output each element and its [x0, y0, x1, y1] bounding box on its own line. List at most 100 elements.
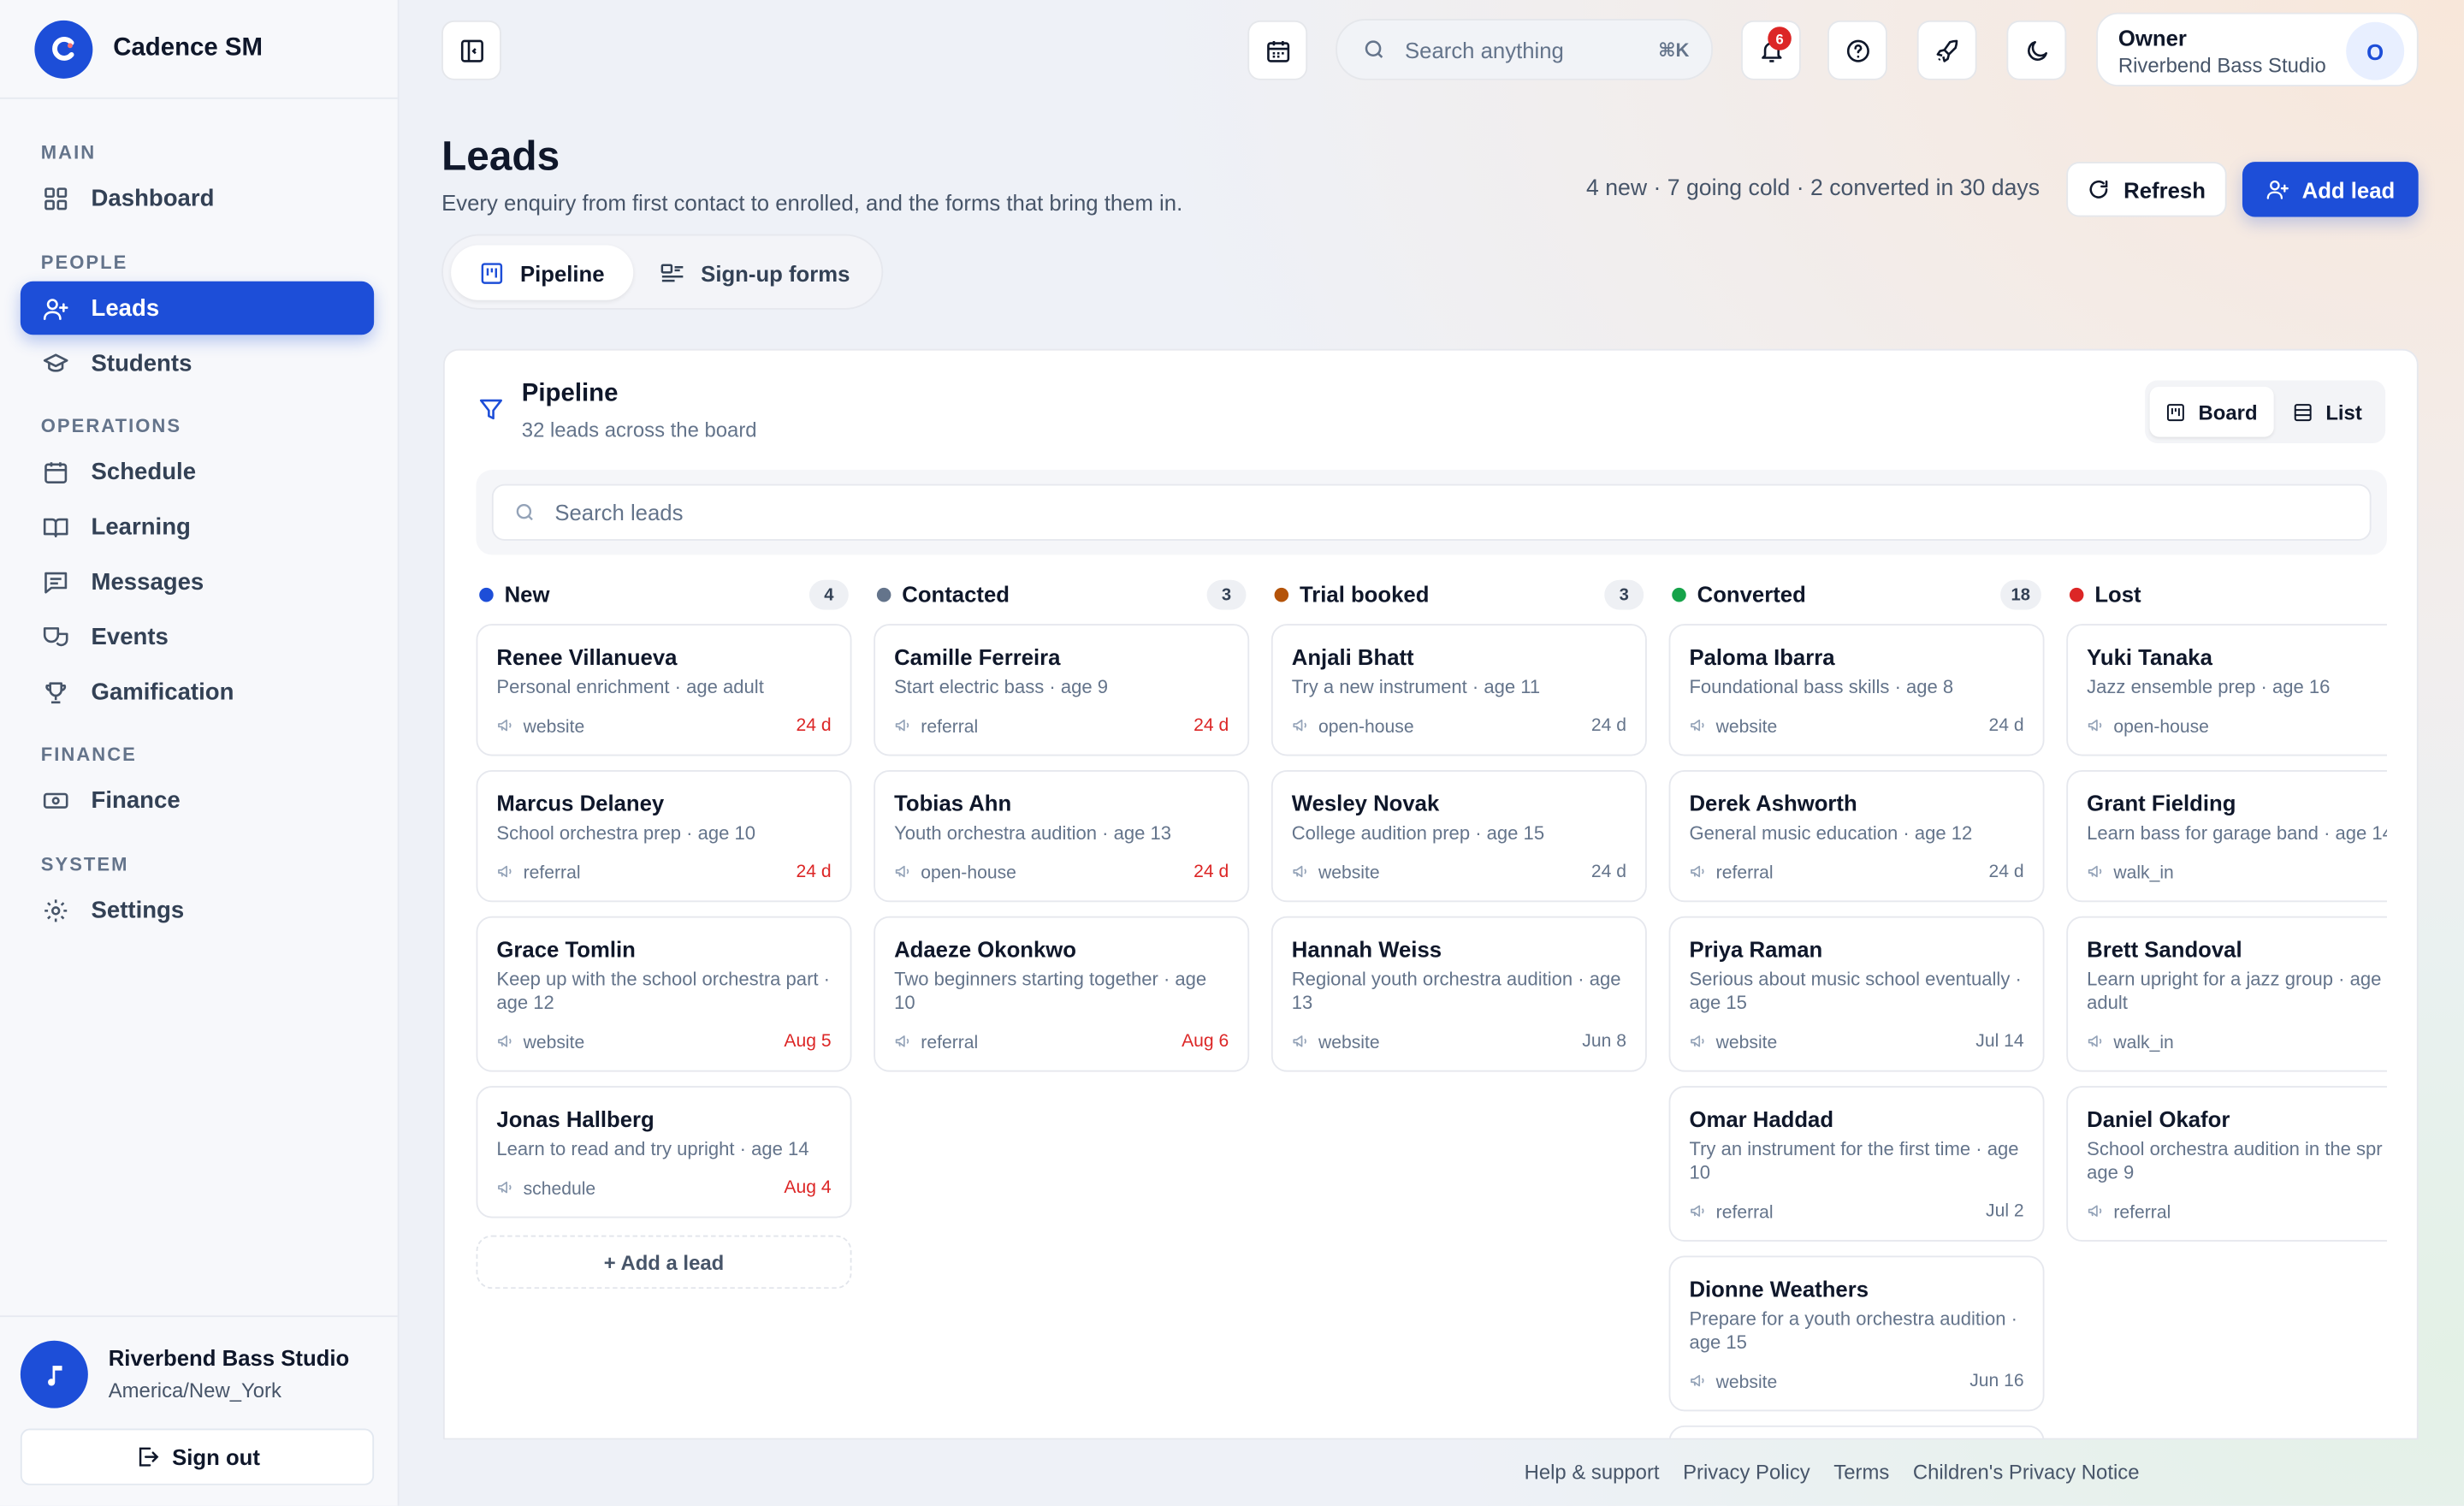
- lead-description: Learn bass for garage band · age 14: [2087, 821, 2387, 845]
- lead-source: referral: [921, 1034, 979, 1053]
- lead-card[interactable]: Priya Raman Serious about music school ev…: [1668, 916, 2045, 1072]
- lead-source: referral: [523, 864, 581, 884]
- lead-card[interactable]: [1668, 1425, 2045, 1438]
- lead-description: Foundational bass skills · age 8: [1689, 675, 1954, 698]
- footer-link-privacy[interactable]: Privacy Policy: [1683, 1460, 1810, 1484]
- column-header: New 4: [477, 578, 852, 610]
- lead-age: Jul 2: [1986, 1202, 2024, 1222]
- dark-mode-toggle[interactable]: [2006, 20, 2067, 80]
- lead-source: website: [1715, 1373, 1778, 1393]
- lead-card[interactable]: Marcus Delaney School orchestra prep · ag…: [476, 769, 852, 903]
- page-tabs: Pipeline Sign-up forms: [441, 234, 884, 310]
- lead-card[interactable]: Yuki Tanaka Jazz ensemble prep · age 16 op…: [2066, 624, 2387, 756]
- sidebar-item-label: Students: [91, 349, 192, 376]
- lead-card[interactable]: Daniel Okafor School orchestra audition i…: [2066, 1086, 2387, 1242]
- lead-description: School orchestra prep · age 10: [496, 821, 756, 845]
- lead-name: Renee Villanueva: [496, 644, 678, 670]
- lead-age: Aug 5: [784, 1032, 832, 1052]
- calendar-icon: [44, 461, 68, 483]
- lead-name: Priya Raman: [1689, 936, 1823, 963]
- main-area: Search anything ⌘K 6 Owner Riverbend Bas…: [399, 0, 2464, 1506]
- view-list-button[interactable]: List: [2277, 387, 2378, 437]
- avatar: O: [2346, 21, 2405, 80]
- status-dot: [2069, 587, 2084, 602]
- sidebar-item-learning[interactable]: Learning: [21, 500, 374, 553]
- megaphone-icon: [2087, 1035, 2113, 1053]
- funnel-icon: [479, 399, 502, 420]
- column-count-badge: 3: [1604, 579, 1644, 610]
- lead-card[interactable]: Brett Sandoval Learn upright for a jazz g…: [2066, 916, 2387, 1072]
- lead-card[interactable]: Adaeze Okonkwo Two beginners starting tog…: [874, 916, 1250, 1072]
- add-lead-card-button[interactable]: + Add a lead: [476, 1235, 852, 1290]
- lead-source: open-house: [1318, 718, 1414, 738]
- status-dot: [1672, 587, 1686, 602]
- lead-card[interactable]: Tobias Ahn Youth orchestra audition · age…: [874, 769, 1250, 903]
- megaphone-icon: [1689, 1373, 1715, 1392]
- footer-link-childrens-privacy[interactable]: Children's Privacy Notice: [1913, 1460, 2140, 1484]
- add-lead-button[interactable]: Add lead: [2242, 162, 2419, 217]
- sidebar-item-leads[interactable]: Leads: [20, 281, 375, 335]
- sidebar-item-students[interactable]: Students: [21, 336, 374, 389]
- pipeline-column: Lost Yuki Tanaka Jazz ensemble prep · age …: [2066, 571, 2387, 1438]
- lead-search-placeholder: Search leads: [554, 500, 684, 525]
- lead-card[interactable]: Grace Tomlin Keep up with the school orch…: [476, 916, 852, 1072]
- lead-age: Jul 14: [1975, 1032, 2024, 1052]
- sidebar-item-schedule[interactable]: Schedule: [21, 445, 374, 498]
- tab-label: Sign-up forms: [701, 259, 850, 286]
- lead-age: 24 d: [796, 716, 832, 736]
- footer-link-help[interactable]: Help & support: [1525, 1460, 1660, 1484]
- sidebar-item-events[interactable]: Events: [21, 610, 374, 663]
- sidebar-item-dashboard[interactable]: Dashboard: [21, 171, 374, 224]
- lead-card[interactable]: Camille Ferreira Start electric bass · ag…: [874, 624, 1250, 756]
- pipeline-card: Pipeline 32 leads across the board Board…: [442, 348, 2419, 1440]
- lead-card[interactable]: Dionne Weathers Prepare for a youth orche…: [1668, 1255, 2045, 1412]
- sidebar-item-gamification[interactable]: Gamification: [21, 665, 374, 718]
- lead-age: Aug 6: [1182, 1032, 1229, 1052]
- lead-name: Brett Sandoval: [2087, 936, 2242, 963]
- calendar-button[interactable]: [1247, 20, 1308, 80]
- lead-card[interactable]: Hannah Weiss Regional youth orchestra aud…: [1270, 916, 1647, 1072]
- brand[interactable]: Cadence SM: [0, 0, 398, 99]
- lead-meta: referral Aug 6: [894, 1033, 1229, 1055]
- lead-meta: open-house2: [2087, 717, 2387, 739]
- lead-name: Camille Ferreira: [894, 644, 1061, 670]
- refresh-button[interactable]: Refresh: [2066, 162, 2227, 217]
- megaphone-icon: [496, 1035, 523, 1053]
- lead-source: referral: [1715, 864, 1774, 884]
- lead-name: Tobias Ahn: [894, 790, 1012, 816]
- lead-card[interactable]: Derek Ashworth General music education · …: [1668, 769, 2045, 903]
- tab-pipeline[interactable]: Pipeline: [451, 245, 633, 300]
- megaphone-icon: [1292, 1035, 1318, 1053]
- account-menu[interactable]: Owner Riverbend Bass Studio O: [2096, 12, 2419, 87]
- lead-name: Hannah Weiss: [1291, 936, 1442, 963]
- sidebar-item-finance[interactable]: Finance: [21, 774, 374, 827]
- kanban-icon: [481, 262, 503, 283]
- lead-meta: walk_in2: [2087, 863, 2387, 885]
- column-count-badge: 3: [1206, 579, 1247, 610]
- global-search-input[interactable]: Search anything ⌘K: [1336, 19, 1714, 80]
- toggle-sidebar-button[interactable]: [441, 20, 501, 80]
- sign-out-button[interactable]: Sign out: [20, 1428, 375, 1485]
- lead-card[interactable]: Renee Villanueva Personal enrichment · ag…: [476, 624, 852, 756]
- pipeline-column: Converted 18 Paloma Ibarra Foundational bas…: [1668, 571, 2045, 1438]
- sidebar-item-settings[interactable]: Settings: [21, 883, 374, 936]
- calendar-icon: [1266, 40, 1289, 62]
- megaphone-icon: [2087, 718, 2113, 737]
- sidebar-item-label: Learning: [91, 513, 191, 540]
- column-header: Lost: [2066, 578, 2387, 610]
- footer-link-terms[interactable]: Terms: [1833, 1460, 1889, 1484]
- notifications-button[interactable]: 6: [1741, 20, 1801, 80]
- lead-card[interactable]: Paloma Ibarra Foundational bass skills · …: [1668, 624, 2045, 756]
- launch-button[interactable]: [1916, 20, 1977, 80]
- lead-card[interactable]: Omar Haddad Try an instrument for the fir…: [1668, 1086, 2045, 1242]
- help-button[interactable]: [1827, 20, 1887, 80]
- lead-search-input[interactable]: Search leads: [491, 483, 2372, 541]
- lead-card[interactable]: Wesley Novak College audition prep · age …: [1270, 769, 1647, 903]
- lead-card[interactable]: Grant Fielding Learn bass for garage band…: [2066, 769, 2387, 903]
- view-board-button[interactable]: Board: [2149, 386, 2273, 437]
- lead-card[interactable]: Anjali Bhatt Try a new instrument · age 1…: [1270, 624, 1647, 756]
- sidebar-item-messages[interactable]: Messages: [21, 554, 374, 608]
- lead-card[interactable]: Jonas Hallberg Learn to read and try upri…: [476, 1086, 852, 1218]
- sidebar-item-label: Gamification: [91, 678, 234, 705]
- tab-signup-forms[interactable]: Sign-up forms: [631, 246, 878, 300]
